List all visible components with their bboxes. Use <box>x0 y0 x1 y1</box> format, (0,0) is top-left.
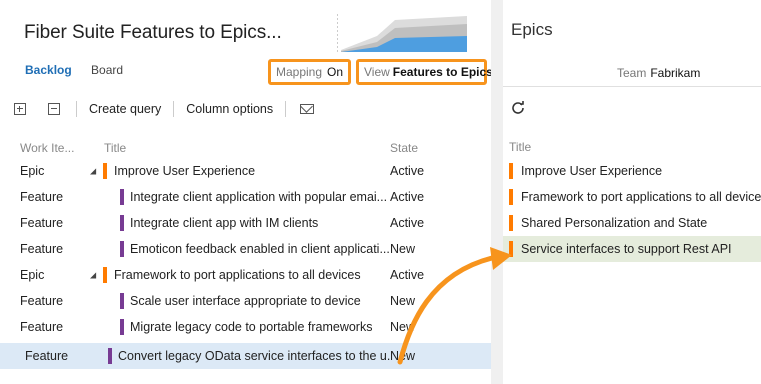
table-row[interactable]: Feature Emoticon feedback enabled in clie… <box>0 236 491 262</box>
refresh-icon[interactable] <box>511 100 525 114</box>
mapping-pane-title: Epics <box>511 20 553 39</box>
epic-color-bar <box>509 189 513 205</box>
work-item-title[interactable]: Framework to port applications to all de… <box>114 268 361 282</box>
work-item-title[interactable]: Integrate client application with popula… <box>130 190 387 204</box>
view-value: Features to Epics <box>392 65 493 79</box>
table-row[interactable]: Feature Integrate client app with IM clie… <box>0 210 491 236</box>
epic-color-bar <box>509 241 513 257</box>
column-header-state[interactable]: State <box>390 141 418 155</box>
work-item-type: Feature <box>20 320 64 334</box>
epic-title: Service interfaces to support Rest API <box>521 242 732 256</box>
work-item-state: Active <box>390 190 425 204</box>
work-item-title[interactable]: Improve User Experience <box>114 164 255 178</box>
cumulative-flow-thumbnail[interactable] <box>337 14 467 52</box>
column-header-title[interactable]: Title <box>104 141 126 155</box>
epic-row[interactable]: Improve User Experience <box>503 158 761 184</box>
epic-title: Framework to port applications to all de… <box>521 190 761 204</box>
collapse-caret-icon[interactable]: ◢ <box>90 271 96 280</box>
work-item-title[interactable]: Integrate client app with IM clients <box>130 216 318 230</box>
team-value: Fabrikam <box>650 66 701 80</box>
toolbar-divider <box>76 101 77 117</box>
team-label: Team <box>617 66 647 80</box>
table-row[interactable]: Epic ◢ Framework to port applications to a… <box>0 262 491 288</box>
table-row[interactable]: Feature Convert legacy OData service inte… <box>0 343 491 369</box>
table-row[interactable]: Feature Scale user interface appropriate … <box>0 288 491 314</box>
feature-color-bar <box>120 293 124 309</box>
grid-header: Work Ite... Title State <box>0 140 491 156</box>
table-row[interactable]: Feature Integrate client application with… <box>0 184 491 210</box>
table-row[interactable]: Feature Migrate legacy code to portable f… <box>0 314 491 340</box>
epic-color-bar <box>103 267 107 283</box>
view-selector[interactable]: View Features to Epics <box>356 59 493 85</box>
epic-drop-target-row[interactable]: Service interfaces to support Rest API <box>503 236 761 262</box>
team-selector[interactable]: Team Fabrikam <box>617 66 700 80</box>
pane-splitter[interactable] <box>491 0 503 384</box>
work-item-title[interactable]: Migrate legacy code to portable framewor… <box>130 320 372 334</box>
feature-color-bar <box>120 319 124 335</box>
work-item-title[interactable]: Convert legacy OData service interfaces … <box>118 349 390 363</box>
epic-color-bar <box>509 163 513 179</box>
column-options-button[interactable]: Column options <box>186 102 273 116</box>
work-item-type: Feature <box>20 294 64 308</box>
work-item-type: Feature <box>20 216 64 230</box>
work-item-type: Epic <box>20 268 45 282</box>
feature-color-bar <box>120 241 124 257</box>
epic-title: Shared Personalization and State <box>521 216 708 230</box>
column-header-work-item-type[interactable]: Work Ite... <box>20 141 74 155</box>
epic-row[interactable]: Framework to port applications to all de… <box>503 184 761 210</box>
epic-title: Improve User Experience <box>521 164 663 178</box>
collapse-all-icon[interactable] <box>48 103 60 115</box>
work-item-state: Active <box>390 268 425 282</box>
work-item-type: Feature <box>20 242 64 256</box>
table-row[interactable]: Epic ◢ Improve User Experience Active <box>0 158 491 184</box>
divider <box>503 86 761 87</box>
tab-backlog[interactable]: Backlog <box>25 63 72 77</box>
epic-color-bar <box>103 163 107 179</box>
mapping-value: On <box>327 65 344 79</box>
view-tabs: Backlog Board <box>25 63 139 77</box>
work-item-state: Active <box>390 216 425 230</box>
backlog-pane: Fiber Suite Features to Epics... Backlog… <box>0 0 493 384</box>
work-item-type: Feature <box>20 190 64 204</box>
column-header-title: Title <box>509 140 532 154</box>
view-label: View <box>364 65 390 79</box>
tab-board[interactable]: Board <box>91 63 123 77</box>
backlog-toolbar: Create query Column options <box>14 99 315 119</box>
epic-color-bar <box>509 215 513 231</box>
expand-all-icon[interactable] <box>14 103 26 115</box>
create-query-button[interactable]: Create query <box>89 102 161 116</box>
work-item-state: New <box>390 349 416 363</box>
work-item-type: Feature <box>25 349 69 363</box>
collapse-caret-icon[interactable]: ◢ <box>90 167 96 176</box>
toolbar-divider <box>285 101 287 117</box>
mapping-pane: Epics Team Fabrikam Title Improve User Ex… <box>503 0 761 384</box>
feature-color-bar <box>120 189 124 205</box>
mapping-label: Mapping <box>276 65 323 79</box>
work-item-state: Active <box>390 164 425 178</box>
mail-icon[interactable] <box>300 104 315 114</box>
work-item-type: Epic <box>20 164 45 178</box>
work-item-title[interactable]: Emoticon feedback enabled in client appl… <box>130 242 390 256</box>
work-item-state: New <box>390 320 416 334</box>
toolbar-divider <box>173 101 175 117</box>
epic-row[interactable]: Shared Personalization and State <box>503 210 761 236</box>
work-item-title[interactable]: Scale user interface appropriate to devi… <box>130 294 361 308</box>
page-title: Fiber Suite Features to Epics... <box>24 22 282 43</box>
mapping-toggle[interactable]: Mapping On <box>268 59 351 85</box>
work-item-state: New <box>390 242 416 256</box>
work-item-state: New <box>390 294 416 308</box>
feature-color-bar <box>108 348 112 364</box>
feature-color-bar <box>120 215 124 231</box>
